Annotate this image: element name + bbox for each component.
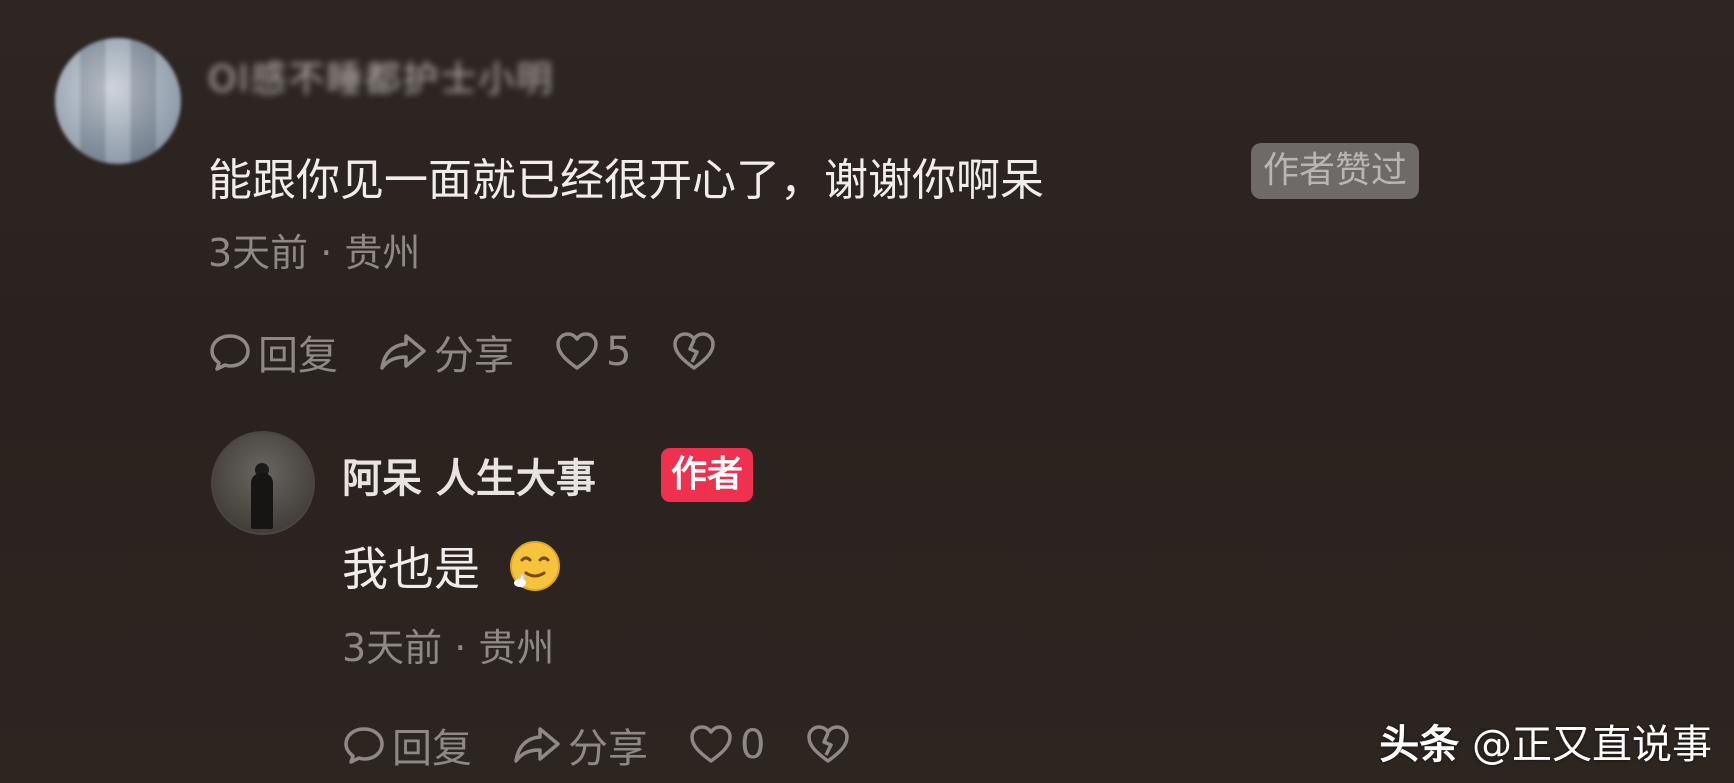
commenter-avatar[interactable]	[55, 38, 181, 164]
drooling-face-emoji-icon	[508, 539, 562, 593]
heart-icon	[690, 725, 732, 763]
comment-bubble-icon	[344, 727, 384, 764]
author-badge: 作者	[661, 448, 754, 502]
watermark: 头条 @正又直说事	[1379, 712, 1712, 770]
reply-text: 我也是	[342, 542, 480, 596]
commenter-username[interactable]: Ol感不睡都护士小明	[208, 50, 554, 102]
like-count: 5	[606, 329, 632, 375]
broken-heart-icon	[673, 332, 716, 370]
reply-actions: 回复 分享 0	[342, 716, 897, 774]
reply-label: 回复	[392, 726, 472, 772]
reply-like-button[interactable]: 0	[688, 722, 765, 768]
comment-actions: 回复 分享 5	[208, 323, 763, 381]
reply-button[interactable]: 回复	[208, 323, 338, 381]
reply-dislike-button[interactable]	[805, 723, 857, 767]
watermark-handle: @正又直说事	[1472, 722, 1712, 768]
share-label: 分享	[568, 726, 648, 772]
like-count: 0	[740, 722, 766, 768]
watermark-brand: 头条	[1379, 722, 1460, 768]
share-arrow-icon	[380, 334, 426, 370]
share-arrow-icon	[514, 727, 560, 763]
broken-heart-icon	[807, 725, 850, 763]
reply-reply-button[interactable]: 回复	[342, 716, 472, 774]
comment-meta: 3天前 · 贵州	[208, 231, 421, 275]
heart-icon	[556, 332, 598, 370]
share-label: 分享	[434, 333, 514, 379]
dislike-button[interactable]	[671, 330, 723, 374]
share-button[interactable]: 分享	[378, 323, 514, 381]
comment-bubble-icon	[210, 334, 250, 371]
like-button[interactable]: 5	[554, 329, 631, 375]
reply-label: 回复	[258, 333, 338, 379]
author-avatar[interactable]	[211, 431, 315, 535]
avatar-pixelation	[55, 38, 181, 164]
reply-share-button[interactable]: 分享	[512, 716, 648, 774]
reply-meta: 3天前 · 贵州	[342, 626, 555, 670]
avatar-figure-body	[251, 473, 273, 529]
reply-text-row: 我也是	[342, 533, 562, 599]
author-liked-badge: 作者赞过	[1251, 143, 1420, 199]
author-name[interactable]: 阿呆 人生大事	[342, 446, 596, 504]
comment-text: 能跟你见一面就已经很开心了，谢谢你啊呆	[208, 155, 1044, 206]
